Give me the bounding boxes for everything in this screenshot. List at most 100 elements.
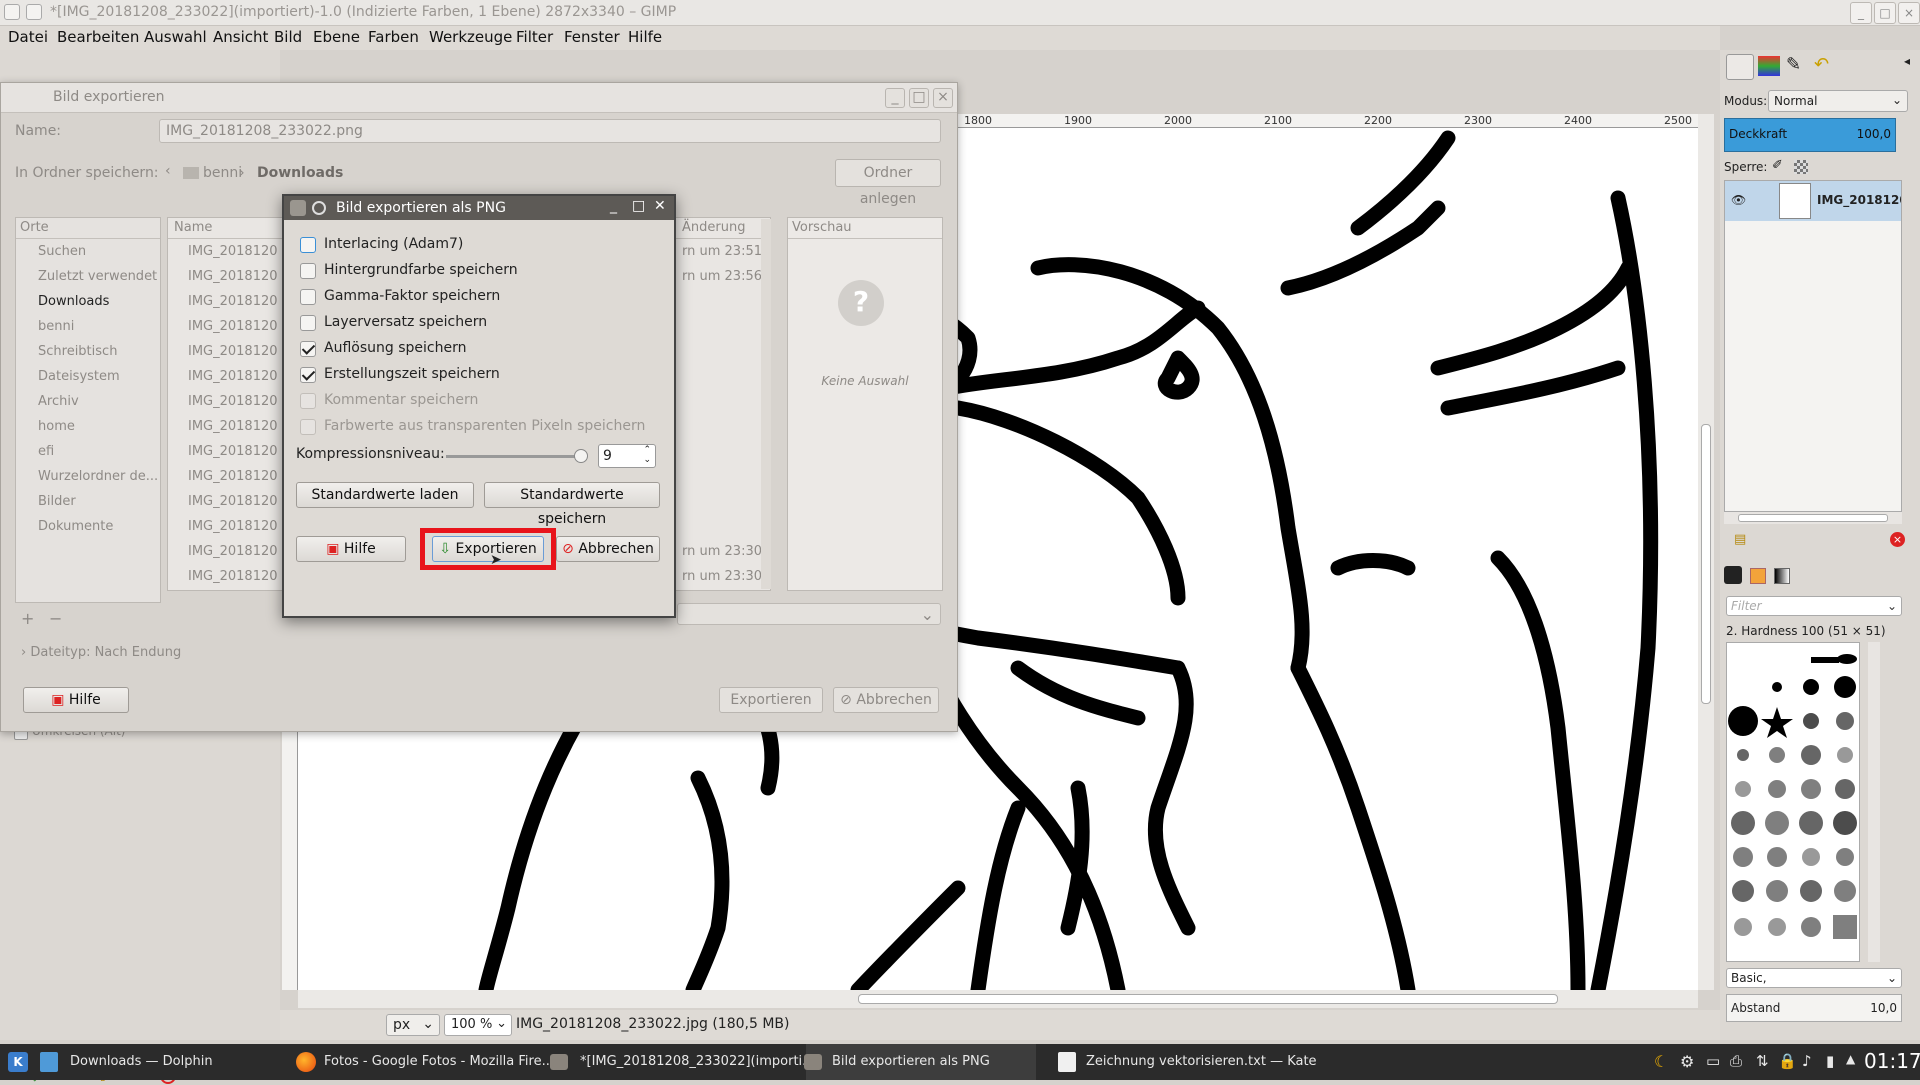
file-row[interactable]: IMG_2018120 bbox=[188, 269, 278, 284]
place-schreibtisch[interactable]: Schreibtisch bbox=[38, 344, 117, 359]
file-row[interactable]: IMG_2018120 bbox=[188, 244, 278, 259]
background-checkbox[interactable] bbox=[300, 263, 316, 279]
place-efi[interactable]: efi bbox=[38, 444, 54, 459]
opacity-slider[interactable]: Deckkraft 100,0 bbox=[1724, 118, 1896, 152]
place-recent[interactable]: Zuletzt verwendet bbox=[38, 269, 157, 284]
create-folder-button[interactable]: Ordner anlegen bbox=[835, 159, 941, 207]
menu-ebene[interactable]: Ebene bbox=[313, 28, 360, 46]
volume-icon[interactable]: ♪ bbox=[1802, 1052, 1812, 1070]
layer-hscroll[interactable] bbox=[1724, 512, 1902, 524]
paths-tab-icon[interactable]: ✎ bbox=[1786, 54, 1801, 75]
zoom-select[interactable]: 100 % ⌄ bbox=[444, 1014, 512, 1036]
menu-hilfe[interactable]: Hilfe bbox=[628, 28, 662, 46]
menu-ansicht[interactable]: Ansicht bbox=[213, 28, 268, 46]
unit-select[interactable]: px ⌄ bbox=[386, 1014, 440, 1036]
night-mode-icon[interactable]: ☾ bbox=[1654, 1052, 1668, 1071]
export-close-button[interactable]: × bbox=[933, 88, 953, 108]
menu-auswahl[interactable]: Auswahl bbox=[144, 28, 207, 46]
kde-menu-icon[interactable]: K bbox=[8, 1052, 28, 1072]
place-search[interactable]: Suchen bbox=[38, 244, 86, 259]
place-bilder[interactable]: Bilder bbox=[38, 494, 76, 509]
menu-bild[interactable]: Bild bbox=[274, 28, 302, 46]
add-place-icon[interactable]: + bbox=[21, 609, 34, 628]
mode-select[interactable]: Normal ⌄ bbox=[1768, 90, 1908, 112]
clock[interactable]: 01:17 bbox=[1864, 1049, 1920, 1073]
pin-icon[interactable] bbox=[312, 201, 326, 215]
interlacing-checkbox[interactable] bbox=[300, 237, 316, 253]
tray-expand-icon[interactable]: ▲ bbox=[1846, 1052, 1855, 1066]
layers-tab-icon[interactable] bbox=[1726, 54, 1754, 80]
file-row[interactable]: IMG_2018120 bbox=[188, 444, 278, 459]
menu-bearbeiten[interactable]: Bearbeiten bbox=[57, 28, 139, 46]
dock-menu-icon[interactable]: ◂ bbox=[1904, 54, 1910, 68]
battery-icon[interactable]: ▮ bbox=[1826, 1052, 1834, 1070]
scroll-thumb[interactable] bbox=[1701, 424, 1711, 704]
new-layer-icon[interactable]: ▤ bbox=[1734, 532, 1746, 547]
file-row[interactable]: IMG_2018120 bbox=[188, 344, 278, 359]
export-maximize-button[interactable]: □ bbox=[909, 88, 929, 108]
changed-column-header[interactable]: Änderung bbox=[682, 220, 745, 235]
pin-icon[interactable] bbox=[26, 4, 42, 20]
file-row[interactable]: IMG_2018120 bbox=[188, 419, 278, 434]
place-downloads[interactable]: Downloads bbox=[38, 294, 109, 309]
resolution-checkbox[interactable] bbox=[300, 341, 316, 357]
task-gimp[interactable]: *[IMG_20181208_233022](importi... bbox=[580, 1054, 815, 1069]
png-export-button[interactable]: ⇩ Exportieren bbox=[432, 536, 544, 562]
task-png-dialog[interactable]: Bild exportieren als PNG bbox=[832, 1054, 990, 1069]
file-row[interactable]: IMG_2018120 bbox=[188, 319, 278, 334]
path-parent[interactable]: benni bbox=[203, 165, 242, 181]
network-icon[interactable]: ⇅ bbox=[1756, 1052, 1769, 1070]
place-dateisystem[interactable]: Dateisystem bbox=[38, 369, 120, 384]
maximize-button[interactable]: □ bbox=[1874, 2, 1896, 24]
file-list-scrollbar[interactable] bbox=[761, 219, 771, 589]
file-row[interactable]: IMG_2018120 bbox=[188, 469, 278, 484]
settings-icon[interactable]: ⚙ bbox=[1680, 1052, 1694, 1071]
visibility-eye-icon[interactable]: 👁 bbox=[1731, 193, 1746, 207]
save-defaults-button[interactable]: Standardwerte speichern bbox=[484, 482, 660, 527]
canvas-horizontal-scrollbar[interactable] bbox=[298, 990, 1698, 1008]
undo-tab-icon[interactable]: ↶ bbox=[1814, 54, 1829, 75]
export-minimize-button[interactable]: _ bbox=[885, 88, 905, 108]
load-defaults-button[interactable]: Standardwerte laden bbox=[296, 482, 474, 508]
layer-offset-checkbox[interactable] bbox=[300, 315, 316, 331]
menu-werkzeuge[interactable]: Werkzeuge bbox=[429, 28, 512, 46]
png-maximize-button[interactable]: □ bbox=[632, 198, 645, 214]
compression-slider-handle[interactable] bbox=[574, 449, 588, 463]
gamma-checkbox[interactable] bbox=[300, 289, 316, 305]
file-row[interactable]: IMG_2018120 bbox=[188, 519, 278, 534]
display-icon[interactable]: ▭ bbox=[1706, 1052, 1720, 1070]
task-kate[interactable]: Zeichnung vektorisieren.txt — Kate bbox=[1086, 1054, 1317, 1069]
export-bg-export-button[interactable]: Exportieren bbox=[719, 687, 823, 713]
channels-tab-icon[interactable] bbox=[1758, 56, 1780, 76]
compression-slider[interactable] bbox=[446, 455, 582, 458]
brush-filter-input[interactable]: Filter ⌄ bbox=[1726, 596, 1902, 616]
close-button[interactable]: × bbox=[1898, 2, 1920, 24]
minimize-button[interactable]: _ bbox=[1850, 2, 1872, 24]
lock-icon[interactable]: 🔒 bbox=[1778, 1052, 1797, 1070]
file-row[interactable]: IMG_2018120 bbox=[188, 294, 278, 309]
path-current[interactable]: Downloads bbox=[257, 165, 343, 181]
window-menu-icon[interactable] bbox=[4, 4, 20, 20]
filter-select[interactable]: ⌄ bbox=[677, 603, 941, 625]
place-root[interactable]: Wurzelordner de... bbox=[38, 469, 158, 484]
task-dolphin[interactable]: Downloads — Dolphin bbox=[70, 1054, 213, 1069]
brush-grid[interactable] bbox=[1726, 642, 1860, 962]
brushes-tab-icon[interactable] bbox=[1724, 566, 1742, 584]
brush-set-select[interactable]: Basic, ⌄ bbox=[1726, 968, 1902, 988]
remove-place-icon[interactable]: − bbox=[49, 609, 62, 628]
scroll-thumb[interactable] bbox=[1738, 514, 1888, 522]
printer-icon[interactable]: ⎙ bbox=[1730, 1052, 1742, 1070]
menu-fenster[interactable]: Fenster bbox=[564, 28, 620, 46]
file-row[interactable]: IMG_2018120 bbox=[188, 494, 278, 509]
creation-time-checkbox[interactable] bbox=[300, 367, 316, 383]
place-benni[interactable]: benni bbox=[38, 319, 74, 334]
file-row[interactable]: IMG_2018120 bbox=[188, 569, 278, 584]
spin-arrows-icon[interactable]: ⌃ ⌄ bbox=[643, 445, 651, 465]
export-help-button[interactable]: ▣ Hilfe bbox=[23, 687, 129, 713]
gradients-tab-icon[interactable] bbox=[1774, 568, 1790, 584]
layer-name[interactable]: IMG_20181208_23 bbox=[1817, 193, 1901, 207]
png-minimize-button[interactable]: _ bbox=[610, 198, 617, 214]
filetype-expander[interactable]: › Dateityp: Nach Endung bbox=[21, 645, 181, 660]
png-cancel-button[interactable]: ⊘ Abbrechen bbox=[556, 536, 660, 562]
name-column-header[interactable]: Name bbox=[174, 220, 212, 235]
